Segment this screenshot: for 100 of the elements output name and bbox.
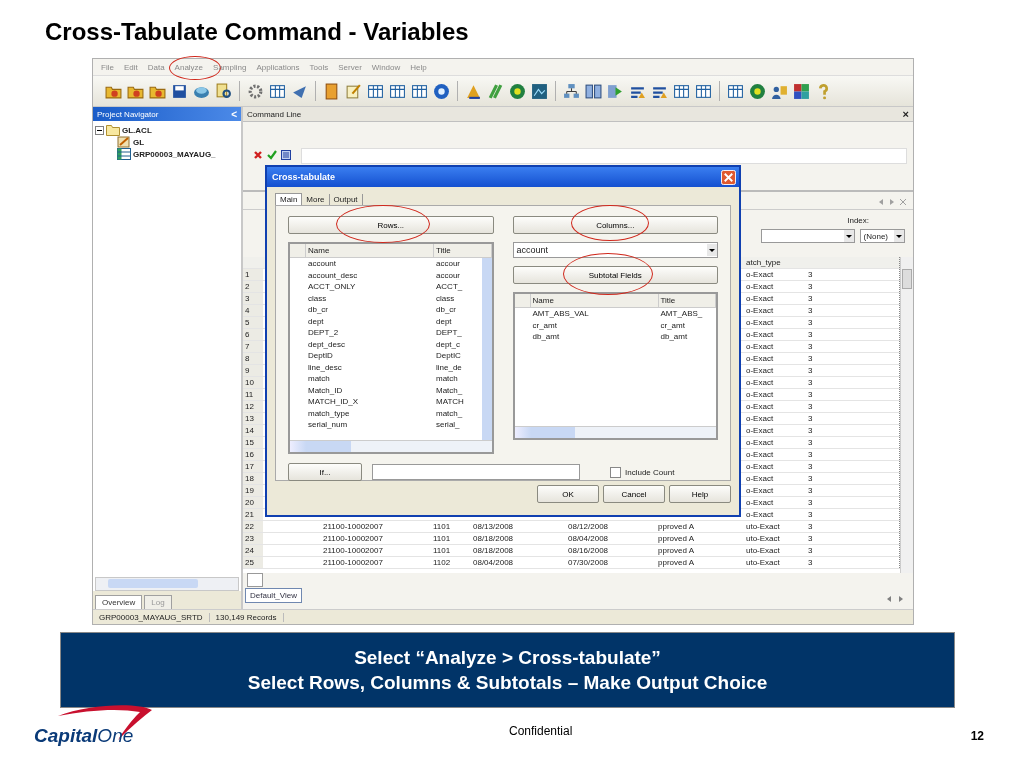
search-icon[interactable] [215, 82, 232, 100]
if-button[interactable]: If... [288, 463, 362, 481]
include-count-checkbox[interactable] [610, 466, 621, 478]
scrollbar[interactable] [247, 573, 263, 587]
command-input[interactable] [301, 148, 907, 164]
bars-icon[interactable] [487, 82, 504, 100]
column-header[interactable]: Title [658, 294, 716, 307]
columns-icon[interactable] [585, 82, 602, 100]
edit-icon[interactable] [345, 82, 362, 100]
image-icon[interactable] [531, 82, 548, 100]
list-item[interactable]: Match_ [434, 384, 482, 396]
list-item[interactable]: DEPT_ [434, 327, 482, 339]
list-item[interactable]: match [434, 373, 482, 385]
table-cell-text: o-Exact [745, 389, 775, 400]
columns-button[interactable]: Columns... [512, 216, 718, 234]
close-button[interactable]: × [902, 108, 909, 120]
table-icon[interactable] [367, 82, 384, 100]
rows-button[interactable]: Rows... [288, 216, 494, 234]
list-item[interactable]: MATCH [434, 396, 482, 408]
circle-icon[interactable] [509, 82, 526, 100]
scrollbar[interactable] [290, 440, 492, 452]
list-item[interactable]: serial_ [434, 419, 482, 431]
list-item[interactable]: line_desc [306, 361, 434, 373]
list-item[interactable]: class [306, 292, 434, 304]
column-dropdown[interactable]: account [512, 242, 718, 258]
list-item[interactable]: dept_desc [306, 338, 434, 350]
view-tab[interactable]: Default_View [245, 588, 302, 603]
tree-item[interactable]: GL [133, 137, 145, 147]
table-icon[interactable] [411, 82, 428, 100]
list-item[interactable]: cr_amt [530, 319, 659, 331]
list-item[interactable]: Match_ID [306, 384, 434, 396]
collapse-button[interactable]: < [231, 108, 237, 120]
list-item[interactable]: account_desc [306, 269, 434, 281]
tree-icon[interactable] [563, 82, 580, 100]
list-item[interactable]: db_amt [658, 331, 716, 343]
table-icon[interactable] [269, 82, 286, 100]
disc-icon[interactable] [433, 82, 450, 100]
close-icon[interactable] [899, 198, 907, 206]
save-icon[interactable] [171, 82, 188, 100]
list-item[interactable]: ACCT_ [434, 281, 482, 293]
table-icon[interactable] [695, 82, 712, 100]
condition-input[interactable] [372, 464, 580, 480]
arrow-icon[interactable] [607, 82, 624, 100]
list-item[interactable]: dept [306, 315, 434, 327]
column-header[interactable]: Name [530, 294, 659, 307]
table-icon[interactable] [389, 82, 406, 100]
subtotal-fields-button[interactable]: Subtotal Fields [512, 266, 718, 284]
scroll-right-icon[interactable] [888, 198, 896, 206]
list-item[interactable]: dept_c [434, 338, 482, 350]
list-item[interactable]: DEPT_2 [306, 327, 434, 339]
scrollbar[interactable] [481, 258, 492, 440]
table-icon[interactable] [673, 82, 690, 100]
index-dropdown[interactable]: (None) [859, 229, 905, 243]
list-item[interactable]: accour [434, 258, 482, 270]
list-item[interactable]: ACCT_ONLY [306, 281, 434, 293]
list-item[interactable]: serial_num [306, 419, 434, 431]
list-item[interactable]: match_ [434, 407, 482, 419]
scroll-left-icon[interactable] [885, 595, 893, 603]
column-header[interactable]: Name [306, 244, 434, 257]
list-item[interactable]: AMT_ABS_ [658, 308, 716, 320]
scrollbar[interactable] [900, 257, 913, 573]
list-item[interactable]: match [306, 373, 434, 385]
list-item[interactable]: account [306, 258, 434, 270]
tree-item[interactable]: GRP00003_MAYAUG_ [133, 149, 216, 159]
list-item[interactable]: DeptIC [434, 350, 482, 362]
chart-icon[interactable] [465, 82, 482, 100]
list-item[interactable]: AMT_ABS_VAL [530, 308, 659, 320]
dialog-button[interactable]: Cancel [603, 485, 665, 503]
gear-icon[interactable] [247, 82, 264, 100]
column-header[interactable]: atch_type [744, 257, 806, 268]
grid-icon[interactable] [793, 82, 810, 100]
scroll-left-icon[interactable] [877, 198, 885, 206]
list-item[interactable]: accour [434, 269, 482, 281]
caption-text: Select Rows, Columns & Subtotals – Make Output Choice [247, 671, 768, 694]
column-header[interactable]: Title [434, 244, 492, 257]
list-item[interactable]: db_cr [434, 304, 482, 316]
tree-item[interactable]: GL.ACL [122, 125, 152, 135]
list-item[interactable]: db_cr [306, 304, 434, 316]
list-item[interactable]: cr_amt [658, 319, 716, 331]
list-item[interactable]: class [434, 292, 482, 304]
collapse-icon[interactable] [95, 125, 104, 135]
list-icon[interactable] [281, 150, 291, 160]
circle-icon[interactable] [749, 82, 766, 100]
list-item[interactable]: dept [434, 315, 482, 327]
table-icon[interactable] [727, 82, 744, 100]
list-item[interactable]: MATCH_ID_X [306, 396, 434, 408]
checkmark-icon[interactable] [267, 150, 277, 160]
dialog-tab[interactable]: Main [275, 193, 303, 205]
dialog-button[interactable]: OK [537, 485, 599, 503]
cancel-icon[interactable] [253, 150, 263, 160]
pane-tab[interactable]: Overview [95, 595, 143, 609]
dialog-button[interactable]: Help [669, 485, 731, 503]
doc-icon[interactable] [323, 82, 340, 100]
list-item[interactable]: match_type [306, 407, 434, 419]
list-item[interactable]: line_de [434, 361, 482, 373]
scrollbar[interactable] [514, 426, 716, 438]
list-item[interactable]: db_amt [530, 331, 659, 343]
scroll-right-icon[interactable] [897, 595, 905, 603]
scrollbar[interactable] [95, 577, 239, 591]
list-item[interactable]: DeptID [306, 350, 434, 362]
